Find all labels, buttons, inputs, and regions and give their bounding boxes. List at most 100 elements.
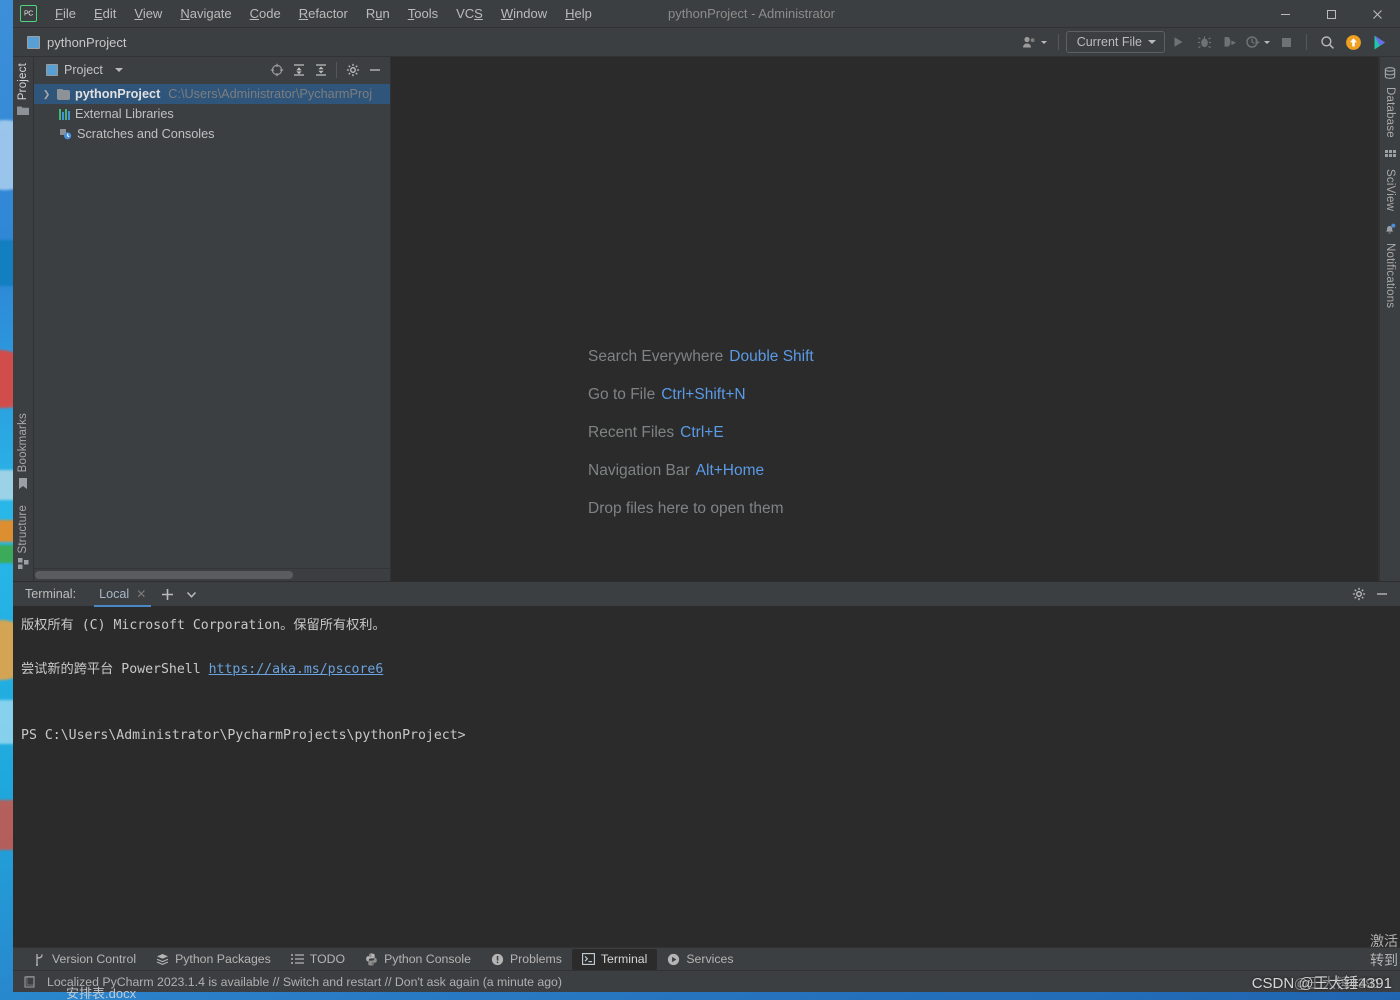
tool-window-todo[interactable]: TODO [281,949,355,970]
terminal-prompt: PS C:\Users\Administrator\PycharmProject… [21,728,466,743]
menu-run[interactable]: Run [357,3,399,24]
project-panel-header: Project [34,57,390,83]
run-button[interactable] [1165,30,1191,54]
sidebar-item-database[interactable]: Database [1380,57,1400,144]
chevron-down-icon [1040,40,1047,44]
ide-feature-icon[interactable] [1366,30,1392,54]
collapse-all-icon[interactable] [310,60,331,80]
hint-go-to-file: Go to File Ctrl+Shift+N [588,386,814,404]
expand-all-icon[interactable] [288,60,309,80]
tool-window-terminal[interactable]: Terminal [571,948,658,970]
terminal-header: Terminal: Local ✕ [13,581,1400,607]
project-panel-actions [266,60,385,80]
run-configuration-selector[interactable]: Current File [1065,31,1165,53]
tree-node-label: Scratches and Consoles [77,127,215,141]
search-everywhere-button[interactable] [1314,30,1340,54]
hint-shortcut: Double Shift [729,348,814,365]
problems-icon [491,953,504,966]
terminal-tab-label: Local [99,587,130,601]
tool-window-python-console[interactable]: Python Console [355,949,481,970]
menu-view[interactable]: View [125,3,171,24]
sidebar-item-project[interactable]: Project [13,57,33,125]
menu-file[interactable]: File [46,3,85,24]
csdn-watermark-ghost: @王大锤4391 [1293,975,1382,991]
menu-navigate[interactable]: Navigate [171,3,240,24]
main-menu: File Edit View Navigate Code Refactor Ru… [46,3,601,24]
sidebar-item-label: Project [17,63,29,101]
python-icon [365,953,378,966]
select-opened-file-icon[interactable] [266,60,287,80]
run-with-coverage-button[interactable] [1217,30,1243,54]
tool-window-label: Problems [509,952,562,966]
tool-window-label: Python Console [384,952,471,966]
terminal-tab-local[interactable]: Local ✕ [90,582,155,607]
menu-tools[interactable]: Tools [399,3,447,24]
left-tool-window-bar: Project Bookmarks Structure [13,57,34,581]
ide-body: Project Bookmarks Structure Project ❯ py… [13,57,1400,581]
tool-window-services[interactable]: Services [657,949,743,970]
menu-code[interactable]: Code [241,3,290,24]
sidebar-item-label: Bookmarks [17,413,29,473]
menu-refactor[interactable]: Refactor [290,3,357,24]
sidebar-item-notifications[interactable]: Notifications [1380,217,1400,314]
project-panel-scrollbar[interactable] [34,568,390,581]
tool-window-version-control[interactable]: Version Control [23,949,146,970]
tree-node-external-libraries[interactable]: External Libraries [34,104,390,124]
title-bar: File Edit View Navigate Code Refactor Ru… [13,0,1400,28]
database-icon [1384,67,1396,82]
terminal-header-actions [1348,584,1400,604]
scrollbar-thumb[interactable] [35,571,293,579]
settings-icon[interactable] [1348,584,1369,604]
folder-icon [17,105,29,119]
hint-action: Navigation Bar [588,462,690,479]
terminal-link[interactable]: https://aka.ms/pscore6 [209,662,384,677]
stop-button[interactable] [1273,30,1299,54]
sidebar-item-sciview[interactable]: SciView [1380,144,1400,217]
settings-icon[interactable] [342,60,363,80]
maximize-button[interactable] [1308,0,1354,28]
services-icon [667,953,680,966]
folder-icon [57,88,70,100]
terminal-options-button[interactable] [179,583,203,605]
terminal-output[interactable]: 版权所有 (C) Microsoft Corporation。保留所有权利。 尝… [13,606,1400,947]
sidebar-item-structure[interactable]: Structure [13,499,33,581]
sidebar-item-label: SciView [1384,168,1396,211]
breadcrumb[interactable]: pythonProject [27,35,127,50]
tree-node-path: C:\Users\Administrator\PycharmProj [168,87,373,101]
tree-node-pythonproject[interactable]: ❯ pythonProject C:\Users\Administrator\P… [34,84,390,104]
menu-help[interactable]: Help [556,3,601,24]
new-terminal-button[interactable] [155,583,179,605]
debug-button[interactable] [1191,30,1217,54]
main-toolbar: pythonProject Current File [13,28,1400,57]
chevron-down-icon[interactable] [114,68,123,72]
sidebar-item-bookmarks[interactable]: Bookmarks [13,407,33,498]
tree-node-scratches[interactable]: Scratches and Consoles [34,124,390,144]
profile-icon[interactable] [1018,30,1051,54]
hint-shortcut: Ctrl+E [680,424,724,441]
hide-icon[interactable] [1371,584,1392,604]
hide-icon[interactable] [364,60,385,80]
menu-window[interactable]: Window [492,3,556,24]
minimize-button[interactable] [1262,0,1308,28]
toolbar-separator [1057,34,1059,50]
close-icon[interactable]: ✕ [136,587,146,601]
pycharm-window: File Edit View Navigate Code Refactor Ru… [13,0,1400,992]
tool-window-label: Services [686,952,734,966]
tool-window-python-packages[interactable]: Python Packages [146,949,281,970]
chevron-right-icon[interactable]: ❯ [41,89,52,100]
memory-icon[interactable] [23,975,37,989]
terminal-icon [581,953,595,966]
editor-area[interactable]: Search Everywhere Double Shift Go to File… [391,57,1379,581]
menu-vcs[interactable]: VCS [447,3,492,24]
hint-action: Search Everywhere [588,348,724,365]
panel-separator [336,62,337,78]
menu-edit[interactable]: Edit [85,3,125,24]
profiler-button[interactable] [1243,30,1273,54]
updates-icon[interactable] [1340,30,1366,54]
tool-window-problems[interactable]: Problems [481,949,572,970]
sidebar-item-label: Notifications [1384,242,1396,309]
project-tool-window: Project ❯ pythonProject C:\Users\Adminis… [34,57,391,581]
close-button[interactable] [1354,0,1400,28]
sidebar-item-label: Structure [17,504,29,553]
